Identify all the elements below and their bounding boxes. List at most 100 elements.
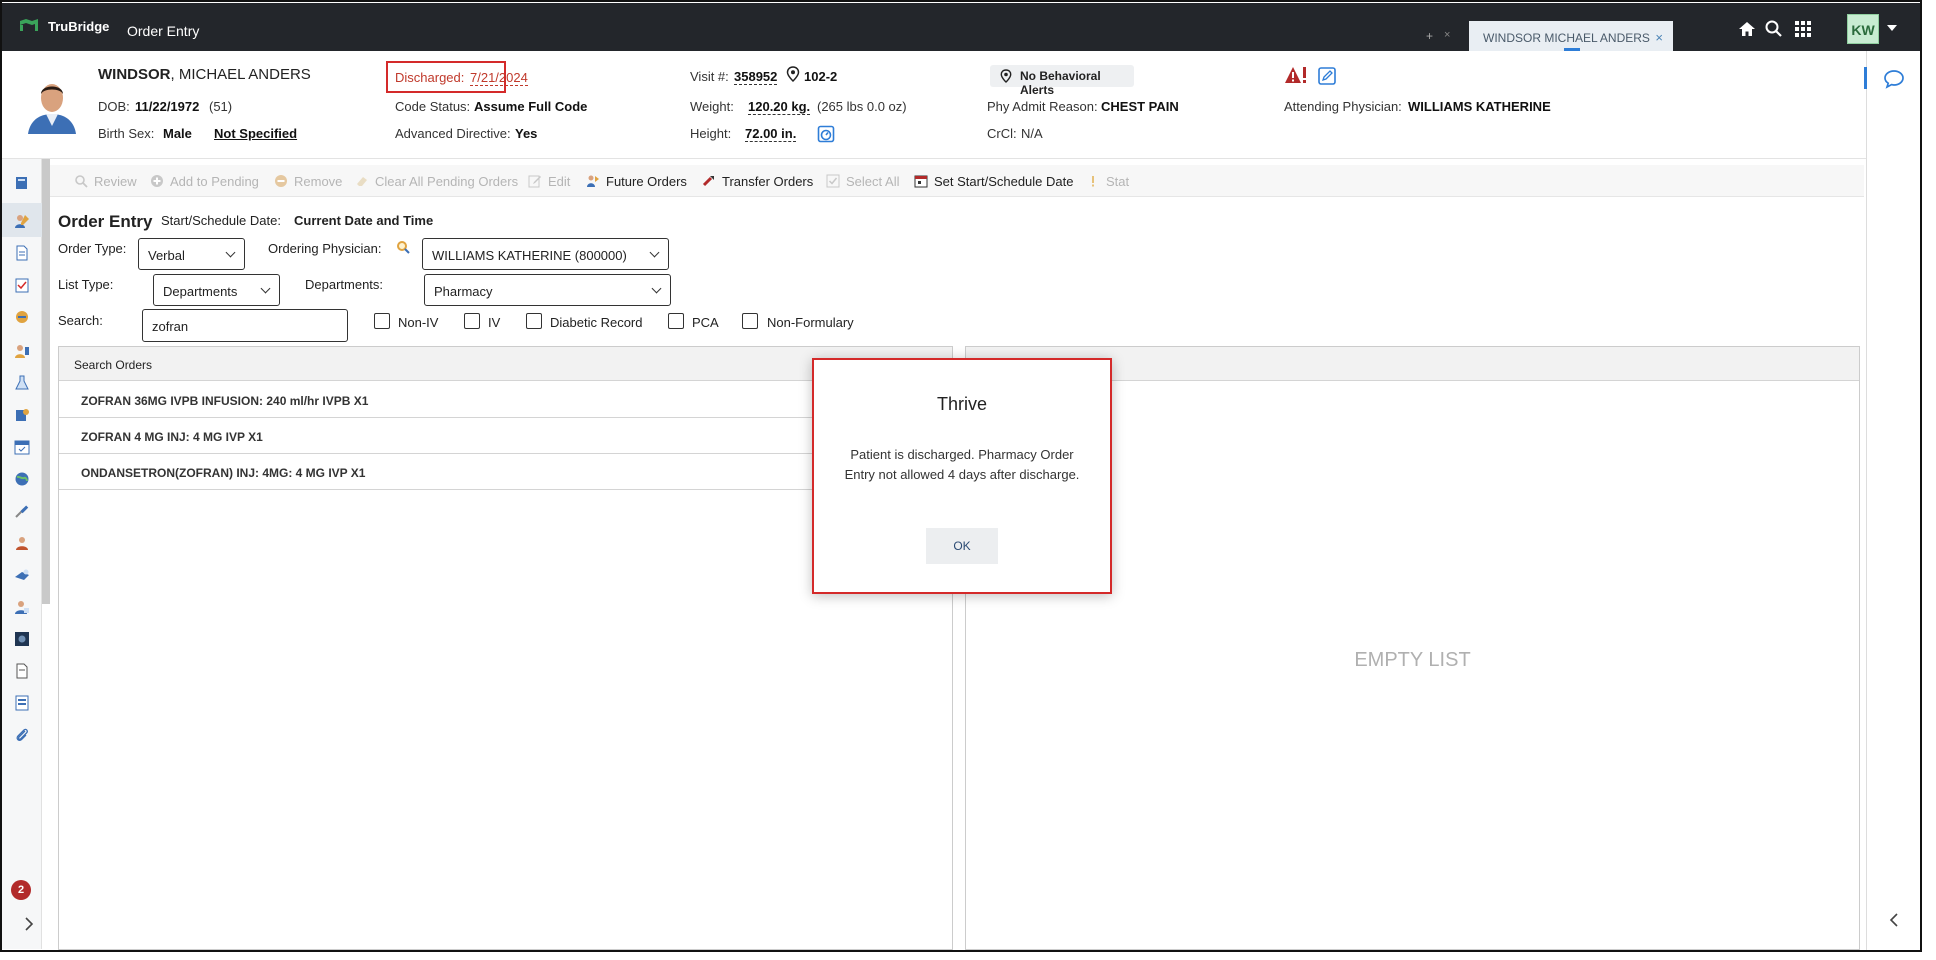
non-iv-checkbox[interactable] xyxy=(374,313,390,329)
review-button[interactable]: Review xyxy=(74,174,137,189)
list-type-select[interactable]: Departments xyxy=(153,274,280,306)
start-date-value: Current Date and Time xyxy=(294,213,434,228)
remove-button[interactable]: Remove xyxy=(274,174,342,189)
ordering-physician-value: WILLIAMS KATHERINE (800000) xyxy=(432,248,627,263)
edit-icon xyxy=(528,175,541,188)
user-avatar[interactable]: KW xyxy=(1847,14,1879,44)
form-icon[interactable] xyxy=(14,695,30,711)
calendar-icon[interactable] xyxy=(14,439,30,455)
imaging-icon[interactable] xyxy=(14,631,30,647)
ok-button[interactable]: OK xyxy=(926,528,998,564)
chevron-down-icon xyxy=(649,247,660,258)
notification-badge[interactable]: 2 xyxy=(11,880,31,900)
iv-checkbox[interactable] xyxy=(464,313,480,329)
non-formulary-checkbox[interactable] xyxy=(742,313,758,329)
lab-flask-icon[interactable] xyxy=(14,375,30,391)
tab-close-small[interactable]: × xyxy=(1444,29,1450,41)
non-iv-label: Non-IV xyxy=(398,315,439,330)
physician-search-icon[interactable] xyxy=(396,240,410,254)
discharged-date[interactable]: 7/21/2024 xyxy=(470,70,528,86)
transport-icon[interactable] xyxy=(14,567,30,583)
patient-last-name: WINDSOR xyxy=(98,66,171,83)
transfer-orders-label: Transfer Orders xyxy=(722,174,814,189)
patient-tab[interactable]: WINDSOR MICHAEL ANDERS × xyxy=(1469,21,1673,51)
report-icon[interactable] xyxy=(14,663,30,679)
room-number: 102-2 xyxy=(804,69,838,84)
future-orders-button[interactable]: Future Orders xyxy=(586,174,687,189)
pca-label: PCA xyxy=(692,315,719,330)
order-type-select[interactable]: Verbal xyxy=(138,238,245,270)
right-rail xyxy=(1864,51,1920,951)
brand-name: TruBridge xyxy=(48,19,110,34)
code-status-value: Assume Full Code xyxy=(474,99,588,114)
future-orders-icon xyxy=(587,175,599,187)
birth-sex-value: Male xyxy=(163,126,192,141)
physician-icon[interactable] xyxy=(14,599,30,615)
order-entry-icon[interactable] xyxy=(14,213,30,229)
height-label: Height: xyxy=(690,126,732,141)
chat-icon[interactable] xyxy=(1883,69,1905,89)
user-menu-caret-icon[interactable] xyxy=(1887,25,1897,31)
diabetic-record-checkbox[interactable] xyxy=(526,313,542,329)
departments-select[interactable]: Pharmacy xyxy=(424,274,671,306)
behavioral-alerts-badge[interactable]: No Behavioral Alerts xyxy=(990,65,1134,97)
discharge-alert-dialog: Thrive Patient is discharged. Pharmacy O… xyxy=(812,358,1112,594)
behavioral-alerts-text: No Behavioral Alerts xyxy=(1020,69,1101,97)
attending-label: Attending Physician: xyxy=(1284,99,1402,114)
weight-value[interactable]: 120.20 kg. xyxy=(748,99,811,115)
document-icon[interactable] xyxy=(14,245,30,261)
home-icon[interactable] xyxy=(1737,19,1757,39)
syringe-icon[interactable] xyxy=(14,503,30,519)
patient-header: WINDSOR, MICHAEL ANDERS DOB: 11/22/1972 … xyxy=(2,51,1866,159)
edit-button[interactable]: Edit xyxy=(528,174,570,189)
calendar-icon xyxy=(914,175,928,188)
chevron-down-icon xyxy=(225,247,236,258)
magnifier-icon xyxy=(75,175,88,188)
weight-alt-value: (265 lbs 0.0 oz) xyxy=(817,99,907,114)
patient-photo xyxy=(22,76,82,134)
left-rail-scrollbar[interactable] xyxy=(42,159,50,604)
gender-identity-link[interactable]: Not Specified xyxy=(214,126,297,141)
patient-care-icon[interactable] xyxy=(14,343,30,359)
admit-reason-value: CHEST PAIN xyxy=(1101,99,1179,114)
remove-icon xyxy=(275,175,287,187)
medication-icon[interactable] xyxy=(14,309,30,325)
nurse-icon[interactable] xyxy=(14,535,30,551)
select-all-label: Select All xyxy=(846,174,900,189)
order-type-value: Verbal xyxy=(148,248,185,263)
measurement-icon[interactable] xyxy=(817,125,835,143)
attachment-icon[interactable] xyxy=(14,727,30,743)
chevron-right-icon[interactable] xyxy=(24,917,34,931)
new-tab-button[interactable]: + xyxy=(1426,29,1433,43)
clear-pending-button[interactable]: Clear All Pending Orders xyxy=(355,174,518,189)
pca-checkbox[interactable] xyxy=(668,313,684,329)
chart-icon[interactable] xyxy=(14,175,30,191)
checklist-icon[interactable] xyxy=(14,277,30,293)
height-value[interactable]: 72.00 in. xyxy=(745,126,797,142)
transfer-orders-button[interactable]: Transfer Orders xyxy=(702,174,813,189)
stat-button[interactable]: Stat xyxy=(1086,174,1129,189)
patient-first-name: , MICHAEL ANDERS xyxy=(170,66,311,83)
departments-value: Pharmacy xyxy=(434,284,493,299)
search-icon[interactable] xyxy=(1764,19,1784,39)
globe-icon[interactable] xyxy=(14,471,30,487)
dob-label: DOB: xyxy=(98,99,130,114)
chevron-left-icon[interactable] xyxy=(1889,913,1899,927)
patient-tab-close-button[interactable]: × xyxy=(1655,30,1663,45)
eraser-icon xyxy=(357,177,367,186)
order-type-label: Order Type: xyxy=(58,241,127,256)
visit-number[interactable]: 358952 xyxy=(734,69,778,85)
start-date-label: Start/Schedule Date: xyxy=(161,213,281,228)
transfer-icon xyxy=(702,176,714,187)
advanced-directive-value: Yes xyxy=(515,126,538,141)
add-icon xyxy=(151,175,163,187)
search-input[interactable]: zofran xyxy=(142,309,348,342)
select-all-button[interactable]: Select All xyxy=(826,174,899,189)
apps-grid-icon[interactable] xyxy=(1793,19,1813,39)
set-start-date-button[interactable]: Set Start/Schedule Date xyxy=(914,174,1073,189)
edit-note-icon[interactable] xyxy=(1318,67,1336,85)
allergy-alert-icon[interactable] xyxy=(1284,65,1308,85)
pharmacy-icon[interactable] xyxy=(14,407,30,423)
ordering-physician-select[interactable]: WILLIAMS KATHERINE (800000) xyxy=(422,238,669,270)
add-to-pending-button[interactable]: Add to Pending xyxy=(150,174,259,189)
